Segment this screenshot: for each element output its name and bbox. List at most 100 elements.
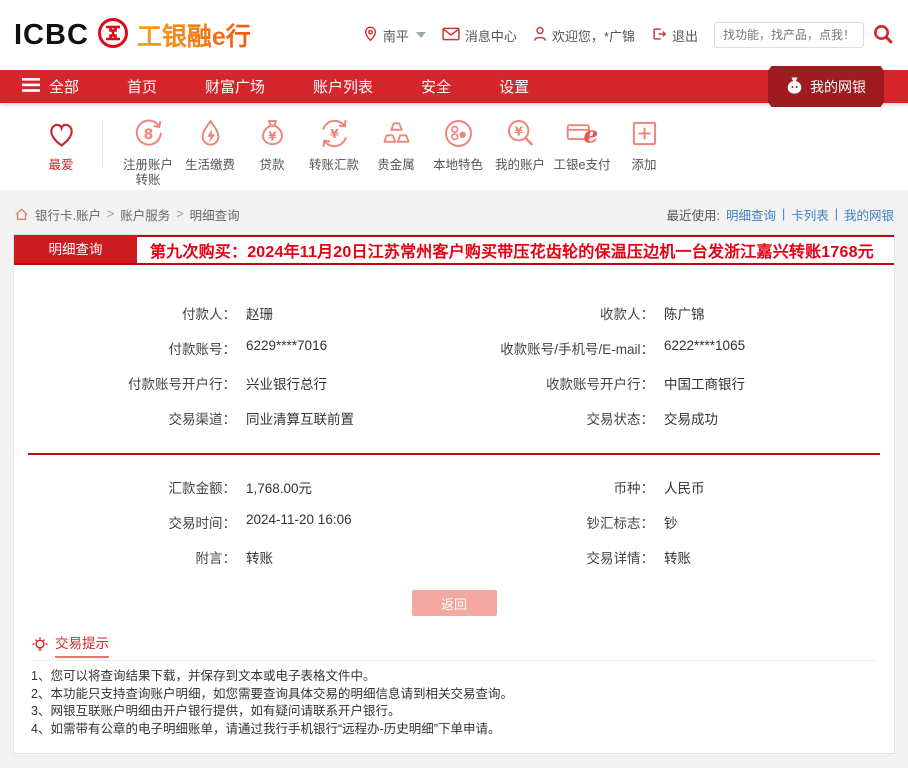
quick-label: 本地特色 — [428, 158, 488, 173]
welcome-user[interactable]: 欢迎您，*广锦 — [533, 26, 635, 45]
breadcrumb-separator: > — [107, 207, 114, 221]
field-value: 陈广锦 — [664, 303, 705, 323]
lightbulb-icon — [31, 636, 49, 654]
quick-label: 贵金属 — [366, 158, 426, 173]
quick-item-local-special[interactable]: 本地特色 — [427, 115, 489, 173]
field-currency: 币种： 人民币 — [454, 477, 894, 497]
search-icon[interactable] — [872, 23, 894, 48]
nav-item-home[interactable]: 首页 — [127, 76, 157, 97]
recent-link-card-list[interactable]: 卡列表 — [791, 205, 829, 224]
tip-item: 2、本功能只支持查询账户明细，如您需要查询具体交易的明细信息请到相关交易查询。 — [31, 686, 877, 704]
logout-label: 退出 — [672, 26, 698, 45]
field-label: 付款账号： — [14, 338, 236, 358]
quick-label: 转账汇款 — [304, 158, 364, 173]
breadcrumb-separator: > — [176, 207, 183, 221]
icbc-emblem-icon — [96, 16, 130, 55]
field-value: 6222****1065 — [664, 338, 745, 358]
quick-item-favorite[interactable]: 最爱 — [30, 115, 92, 173]
divider — [31, 660, 877, 661]
field-cash-remit-flag: 钞汇标志： 钞 — [454, 512, 894, 532]
quick-label: 贷款 — [242, 158, 302, 173]
quick-item-loan[interactable]: ¥ 贷款 — [241, 115, 303, 173]
add-icon — [626, 115, 663, 152]
quick-item-precious-metal[interactable]: 贵金属 — [365, 115, 427, 173]
quick-item-epay[interactable]: e 工银e支付 — [551, 115, 613, 173]
nav-item-security[interactable]: 安全 — [421, 76, 451, 97]
field-value: 钞 — [664, 512, 678, 532]
tip-item: 3、网银互联账户明细由开户银行提供，如有疑问请联系开户银行。 — [31, 703, 877, 721]
field-time: 交易时间： 2024-11-20 16:06 — [14, 512, 454, 532]
brand-name: 工银融e行 — [137, 17, 251, 53]
field-label: 付款人： — [14, 303, 236, 323]
field-label: 币种： — [454, 477, 654, 497]
message-center-link[interactable]: 消息中心 — [442, 26, 517, 45]
field-label: 交易时间： — [14, 512, 236, 532]
field-value: 人民币 — [664, 477, 705, 497]
icbc-logo-text: ICBC — [14, 19, 89, 52]
recent-used-label: 最近使用: — [666, 205, 719, 224]
svg-text:¥: ¥ — [514, 124, 523, 138]
svg-text:8: 8 — [143, 127, 153, 143]
breadcrumb-item-current: 明细查询 — [190, 205, 240, 224]
logout-icon — [651, 26, 667, 45]
icbc-epay-icon: e — [564, 115, 601, 152]
loan-icon: ¥ — [254, 115, 291, 152]
field-payee-account: 收款账号/手机号/E-mail： 6222****1065 — [454, 338, 894, 358]
field-memo: 附言： 转账 — [14, 547, 454, 567]
message-center-label: 消息中心 — [465, 26, 517, 45]
field-channel: 交易渠道： 同业清算互联前置 — [14, 408, 454, 428]
nav-label: 财富广场 — [205, 76, 265, 97]
field-payee-bank: 收款账号开户行： 中国工商银行 — [454, 373, 894, 393]
field-value: 转账 — [664, 547, 691, 567]
detail-query-panel: 明细查询 第九次购买：2024年11月20日江苏常州客户购买带压花齿轮的保温压边… — [13, 234, 895, 754]
quick-label: 工银e支付 — [552, 158, 612, 173]
field-label: 收款人： — [454, 303, 654, 323]
field-value: 转账 — [246, 547, 273, 567]
quick-label: 添加 — [614, 158, 674, 173]
nav-item-settings[interactable]: 设置 — [499, 76, 529, 97]
quick-item-life-payment[interactable]: 生活缴费 — [179, 115, 241, 173]
nav-label: 设置 — [499, 76, 529, 97]
heart-icon — [43, 115, 80, 152]
svg-text:¥: ¥ — [268, 129, 277, 143]
field-value: 2024-11-20 16:06 — [246, 512, 352, 532]
quick-item-add[interactable]: 添加 — [613, 115, 675, 173]
quick-item-transfer-remit[interactable]: ¥ 转账汇款 — [303, 115, 365, 173]
nav-label: 安全 — [421, 76, 451, 97]
field-label: 交易渠道： — [14, 408, 236, 428]
tab-detail-query[interactable]: 明细查询 — [14, 235, 137, 263]
back-button[interactable]: 返回 — [412, 590, 497, 616]
precious-metal-icon — [378, 115, 415, 152]
quick-item-my-account[interactable]: ¥ 我的账户 — [489, 115, 551, 173]
nav-item-wealth[interactable]: 财富广场 — [205, 76, 265, 97]
breadcrumb-item[interactable]: 账户服务 — [120, 205, 170, 224]
separator: | — [782, 207, 785, 221]
field-value: 赵珊 — [246, 303, 273, 323]
nav-item-all[interactable]: 全部 — [22, 76, 79, 97]
my-ebank-button[interactable]: 我的网银 — [768, 66, 884, 107]
quick-item-register-transfer[interactable]: 8 注册账户转账 — [117, 115, 179, 188]
tip-item: 4、如需带有公章的电子明细账单，请通过我行手机银行“远程办-历史明细”下单申请。 — [31, 721, 877, 739]
field-value: 1,768.00元 — [246, 477, 312, 497]
separator: | — [835, 207, 838, 221]
recent-link-my-ebank[interactable]: 我的网银 — [844, 205, 894, 224]
notice-banner: 第九次购买：2024年11月20日江苏常州客户购买带压花齿轮的保温压边机一台发浙… — [137, 235, 894, 263]
field-label: 附言： — [14, 547, 236, 567]
transaction-tips: 交易提示 1、您可以将查询结果下载，并保存到文本或电子表格文件中。 2、本功能只… — [31, 632, 877, 744]
tip-item: 1、您可以将查询结果下载，并保存到文本或电子表格文件中。 — [31, 668, 877, 686]
search-input[interactable] — [714, 22, 864, 48]
nav-item-accounts[interactable]: 账户列表 — [313, 76, 373, 97]
money-bag-icon — [786, 76, 803, 98]
location-selector[interactable]: 南平 — [363, 25, 426, 46]
logout-button[interactable]: 退出 — [651, 26, 698, 45]
recent-link-detail-query[interactable]: 明细查询 — [726, 205, 776, 224]
envelope-icon — [442, 27, 460, 44]
field-payer: 付款人： 赵珊 — [14, 303, 454, 323]
field-label: 交易详情： — [454, 547, 654, 567]
field-label: 收款账号/手机号/E-mail： — [454, 338, 654, 358]
home-icon[interactable] — [14, 207, 29, 222]
life-payment-icon — [192, 115, 229, 152]
location-pin-icon — [363, 25, 378, 46]
breadcrumb-item[interactable]: 银行卡.账户 — [35, 205, 101, 224]
tips-list: 1、您可以将查询结果下载，并保存到文本或电子表格文件中。 2、本功能只支持查询账… — [31, 668, 877, 744]
